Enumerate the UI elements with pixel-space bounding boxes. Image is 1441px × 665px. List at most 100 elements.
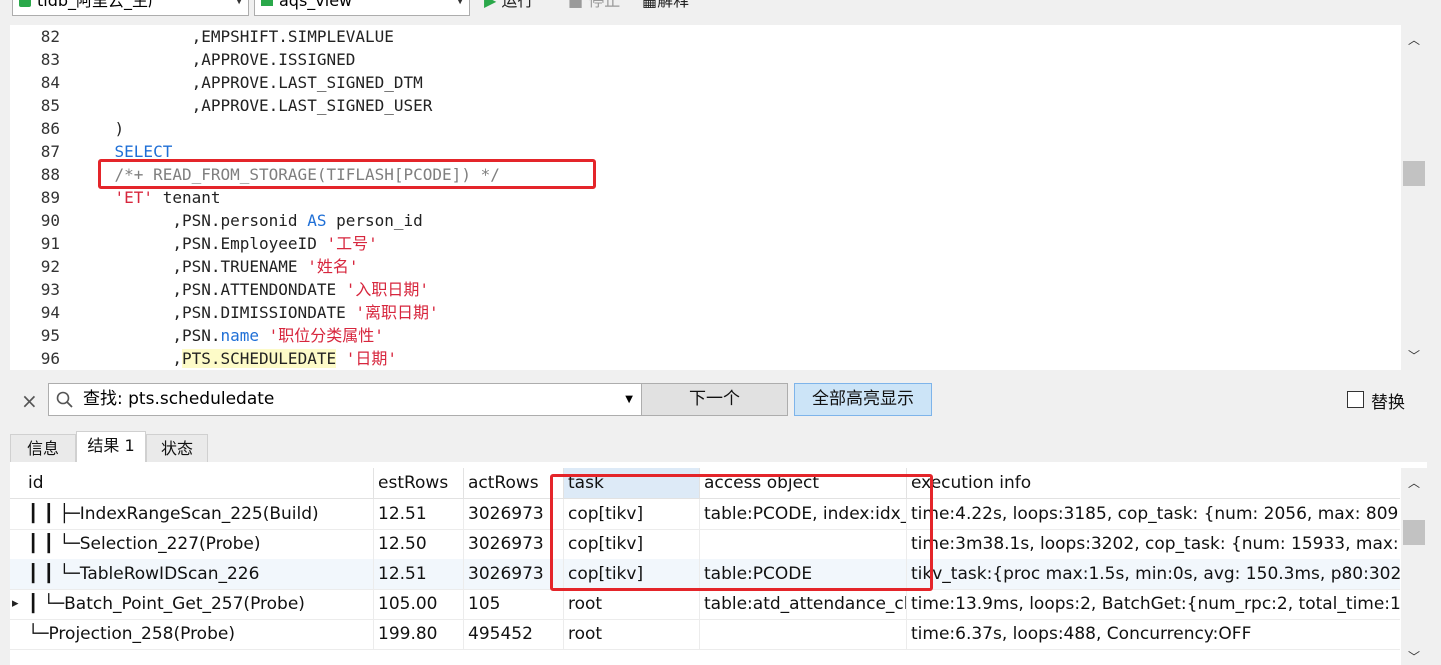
table-cell-estRows[interactable]: 199.80 <box>374 619 464 649</box>
line-number: 96 <box>40 349 60 368</box>
code-line[interactable]: 90 ,PSN.personid AS person_id <box>10 209 1400 232</box>
code-token: '姓名' <box>307 257 359 276</box>
table-cell-id[interactable]: ┃ ┃ └─Selection_227(Probe) <box>24 529 374 559</box>
line-number: 87 <box>40 142 60 161</box>
table-cell-id[interactable]: ┃ ┃ └─TableRowIDScan_226 <box>24 559 374 589</box>
table-cell-execution-info[interactable]: time:6.37s, loops:488, Concurrency:OFF <box>907 619 1400 649</box>
scroll-down-icon[interactable]: ﹀ <box>1408 347 1420 364</box>
connection-select[interactable]: tidb_阿里云_生产 ▼ <box>12 0 249 16</box>
table-row[interactable]: └─Projection_258(Probe) 199.80 495452 root t… <box>10 619 1400 650</box>
code-token: AS <box>307 211 327 230</box>
explain-label: 解释 <box>657 0 690 10</box>
table-cell-task[interactable]: root <box>564 619 700 649</box>
table-cell-actRows[interactable]: 3026973 <box>464 529 564 559</box>
code-line[interactable]: 82 ,EMPSHIFT.SIMPLEVALUE <box>10 25 1400 48</box>
table-cell-task[interactable]: root <box>564 589 700 619</box>
code-text: ) <box>76 117 125 140</box>
highlight-all-button[interactable]: 全部高亮显示 <box>794 383 932 416</box>
stop-button[interactable]: ■ 停止 <box>568 0 620 12</box>
table-cell-estRows[interactable]: 12.51 <box>374 499 464 529</box>
code-text: ,EMPSHIFT.SIMPLEVALUE <box>76 25 394 48</box>
replace-label: 替换 <box>1371 393 1405 413</box>
code-line[interactable]: 92 ,PSN.TRUENAME '姓名' <box>10 255 1400 278</box>
tab-result-1[interactable]: 结果 1 <box>76 431 146 463</box>
table-cell-actRows[interactable]: 3026973 <box>464 499 564 529</box>
scroll-down-icon[interactable]: ﹀ <box>1408 648 1420 665</box>
scrollbar-thumb[interactable] <box>1403 161 1425 186</box>
code-token: ,EMPSHIFT.SIMPLEVALUE <box>76 27 394 46</box>
code-token: ,APPROVE.LAST_SIGNED_USER <box>76 96 433 115</box>
table-cell-actRows[interactable]: 105 <box>464 589 564 619</box>
table-cell-id[interactable]: └─Projection_258(Probe) <box>24 619 374 649</box>
code-line[interactable]: 86 ) <box>10 117 1400 140</box>
code-line[interactable]: 84 ,APPROVE.LAST_SIGNED_DTM <box>10 71 1400 94</box>
code-text: ,PSN.ATTENDONDATE '入职日期' <box>76 278 429 301</box>
table-cell-execution-info[interactable]: tikv_task:{proc max:1.5s, min:0s, avg: 1… <box>907 559 1400 589</box>
scroll-up-icon[interactable]: ︿ <box>1408 31 1420 48</box>
sql-editor[interactable]: 82 ,EMPSHIFT.SIMPLEVALUE 83 ,APPROVE.ISSI… <box>10 25 1427 370</box>
table-cell-estRows[interactable]: 105.00 <box>374 589 464 619</box>
code-text: ,APPROVE.LAST_SIGNED_USER <box>76 94 433 117</box>
code-text: ,PSN.name '职位分类属性' <box>76 324 384 347</box>
table-cell-access-object[interactable]: table:atd_attendance_cl <box>700 589 907 619</box>
table-cell-execution-info[interactable]: time:13.9ms, loops:2, BatchGet:{num_rpc:… <box>907 589 1400 619</box>
table-row[interactable]: ▸ ┃ └─Batch_Point_Get_257(Probe) 105.00 10… <box>10 589 1400 620</box>
code-token: '入职日期' <box>345 280 429 299</box>
code-line[interactable]: 89 'ET' tenant <box>10 186 1400 209</box>
table-cell-estRows[interactable]: 12.51 <box>374 559 464 589</box>
table-cell-estRows[interactable]: 12.50 <box>374 529 464 559</box>
table-cell-actRows[interactable]: 495452 <box>464 619 564 649</box>
col-actrows[interactable]: actRows <box>464 468 564 498</box>
row-indicator-icon: ▸ <box>12 596 19 611</box>
code-line[interactable]: 96 ,PTS.SCHEDULEDATE '日期' <box>10 347 1400 370</box>
table-cell-execution-info[interactable]: time:3m38.1s, loops:3202, cop_task: {num… <box>907 529 1400 559</box>
code-token: 'ET' <box>114 188 154 207</box>
database-select[interactable]: aqs_view ▼ <box>254 0 470 16</box>
tab-status[interactable]: 状态 <box>146 434 208 463</box>
col-execution-info[interactable]: execution info <box>907 468 1400 498</box>
search-icon <box>56 391 73 408</box>
connection-name: tidb_阿里云_生产 <box>37 0 165 10</box>
chevron-down-icon: ▼ <box>235 0 243 6</box>
table-cell-actRows[interactable]: 3026973 <box>464 559 564 589</box>
grid-scrollbar[interactable]: ︿ ﹀ <box>1401 468 1427 665</box>
line-number: 83 <box>40 50 60 69</box>
explain-button[interactable]: ▦解释 <box>642 0 689 12</box>
tab-info[interactable]: 信息 <box>10 434 76 463</box>
replace-checkbox[interactable] <box>1347 391 1364 408</box>
code-line[interactable]: 95 ,PSN.name '职位分类属性' <box>10 324 1400 347</box>
code-line[interactable]: 94 ,PSN.DIMISSIONDATE '离职日期' <box>10 301 1400 324</box>
code-token: ,PSN.ATTENDONDATE <box>76 280 346 299</box>
line-number: 85 <box>40 96 60 115</box>
run-button[interactable]: ▶ 运行 <box>484 0 533 12</box>
code-token: ,PSN. <box>76 326 221 345</box>
code-token: person_id <box>326 211 423 230</box>
col-id[interactable]: id <box>24 468 374 498</box>
stop-icon: ■ <box>568 0 584 10</box>
close-icon[interactable]: × <box>21 389 38 413</box>
table-cell-id[interactable]: ┃ ┃ ├─IndexRangeScan_225(Build) <box>24 499 374 529</box>
table-cell-id[interactable]: ┃ └─Batch_Point_Get_257(Probe) <box>24 589 374 619</box>
col-estrows[interactable]: estRows <box>374 468 464 498</box>
find-input[interactable]: 查找: pts.scheduledate ▼ <box>48 383 642 416</box>
play-icon: ▶ <box>484 0 497 10</box>
scrollbar-thumb[interactable] <box>1403 520 1425 545</box>
code-token: '职位分类属性' <box>268 326 384 345</box>
code-token: '日期' <box>345 349 398 368</box>
code-line[interactable]: 85 ,APPROVE.LAST_SIGNED_USER <box>10 94 1400 117</box>
scroll-up-icon[interactable]: ︿ <box>1408 474 1420 491</box>
code-line[interactable]: 83 ,APPROVE.ISSIGNED <box>10 48 1400 71</box>
editor-scrollbar[interactable]: ︿ ﹀ <box>1401 25 1427 370</box>
code-line[interactable]: 93 ,PSN.ATTENDONDATE '入职日期' <box>10 278 1400 301</box>
table-cell-execution-info[interactable]: time:4.22s, loops:3185, cop_task: {num: … <box>907 499 1400 529</box>
code-token: ,APPROVE.ISSIGNED <box>76 50 356 69</box>
code-token: PTS.SCHEDULEDATE <box>181 349 337 368</box>
code-text: ,PSN.EmployeeID '工号' <box>76 232 377 255</box>
table-cell-access-object[interactable] <box>700 619 907 649</box>
code-line[interactable]: 91 ,PSN.EmployeeID '工号' <box>10 232 1400 255</box>
find-next-button[interactable]: 下一个 <box>641 383 788 416</box>
line-number: 93 <box>40 280 60 299</box>
chevron-down-icon[interactable]: ▼ <box>625 384 633 415</box>
